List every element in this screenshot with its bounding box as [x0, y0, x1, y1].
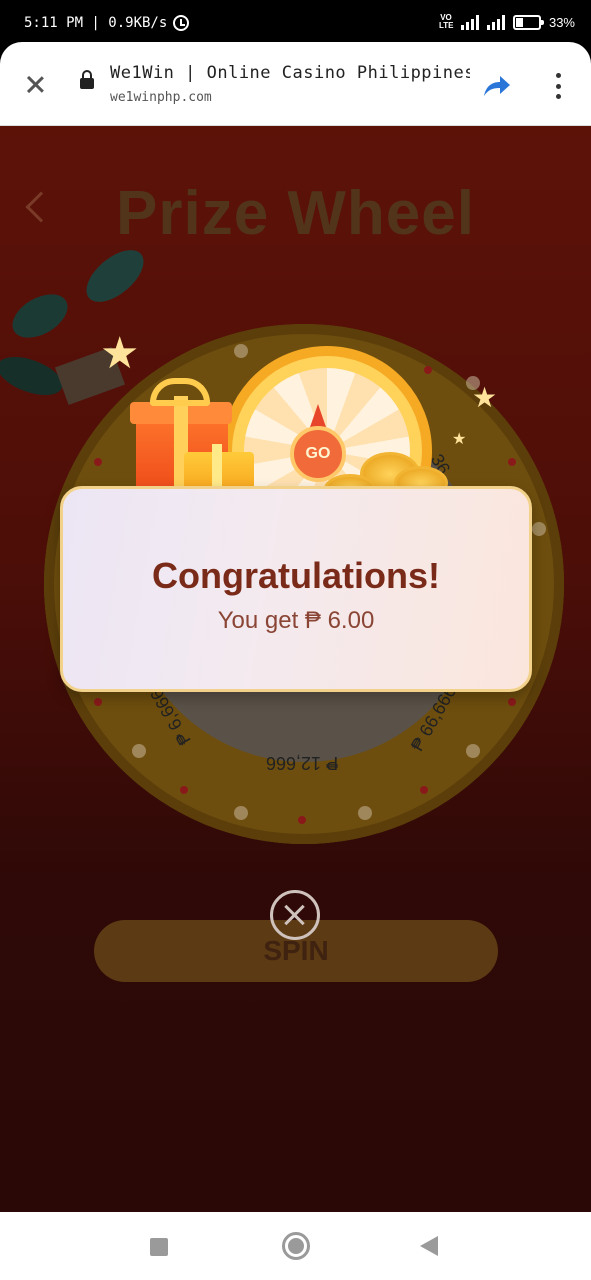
modal-message: You get ₱ 6.00: [217, 607, 375, 634]
page-url[interactable]: we1winphp.com: [110, 90, 212, 105]
wheel-light: [132, 744, 146, 758]
page-title[interactable]: We1Win | Online Casino Philippines 202..…: [110, 63, 470, 83]
system-nav-bar: [0, 1212, 591, 1280]
nav-back-icon[interactable]: [420, 1236, 438, 1256]
wheel-light: [234, 344, 248, 358]
battery-icon: [512, 14, 544, 30]
lock-icon[interactable]: [80, 70, 94, 89]
recent-apps-icon[interactable]: [150, 1238, 168, 1256]
signal-icon: [460, 14, 479, 30]
wheel-segment-label: ₱ 12,666: [266, 753, 339, 773]
battery-level: 33%: [548, 14, 575, 30]
wheel-bulb: [298, 816, 306, 824]
wheel-bulb: [420, 786, 428, 794]
wheel-bulb: [94, 698, 102, 706]
reward-modal: Congratulations! You get ₱ 6.00: [60, 486, 532, 692]
wheel-light: [234, 806, 248, 820]
star-icon: ★: [100, 329, 140, 378]
wheel-bulb: [94, 458, 102, 466]
wheel-bulb: [508, 458, 516, 466]
more-icon[interactable]: [548, 70, 568, 102]
signal-icon-2: [486, 14, 505, 30]
alarm-icon: [173, 15, 190, 31]
home-icon[interactable]: [282, 1232, 310, 1260]
browser-bar: We1Win | Online Casino Philippines 202..…: [0, 42, 591, 126]
status-left: 5:11 PM | 0.9KB/s: [24, 15, 190, 31]
wheel-bulb: [180, 786, 188, 794]
status-right: VO LTE 33%: [439, 14, 575, 30]
wheel-bulb: [424, 366, 432, 374]
status-time: 5:11 PM | 0.9KB/s: [24, 15, 168, 31]
page-heading: Prize Wheel: [116, 179, 475, 248]
star-icon: ★: [472, 382, 498, 413]
prize-wheel-page: Prize Wheel 36 ₱ 12,666 ₱ 66,666 ₱ 6,666…: [0, 126, 591, 1212]
wheel-light: [532, 522, 546, 536]
close-icon[interactable]: [18, 68, 52, 102]
share-icon[interactable]: [480, 70, 512, 102]
wheel-light: [358, 806, 372, 820]
go-button[interactable]: GO: [290, 426, 346, 482]
modal-title: Congratulations!: [152, 555, 440, 596]
wheel-bulb: [508, 698, 516, 706]
star-icon: ★: [452, 431, 467, 448]
close-modal-icon[interactable]: [270, 890, 320, 940]
wheel-light: [466, 744, 480, 758]
volte-indicator: VO LTE: [438, 13, 454, 30]
